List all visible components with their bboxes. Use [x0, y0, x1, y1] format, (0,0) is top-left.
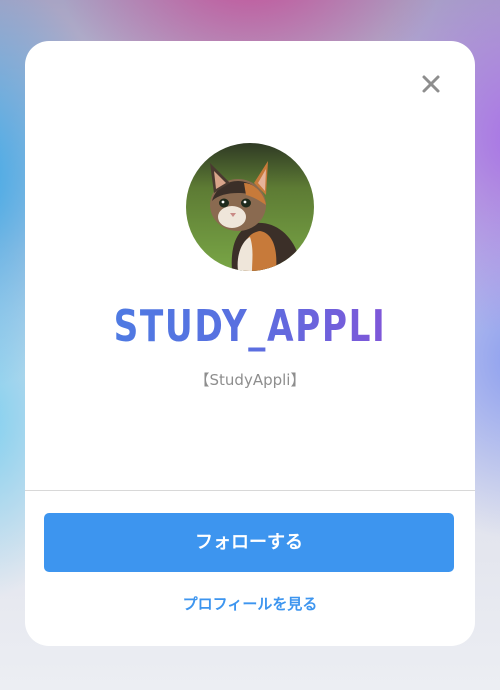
- close-icon: [422, 75, 440, 93]
- kitten-photo: [186, 143, 314, 271]
- divider: [25, 490, 475, 491]
- close-button[interactable]: [418, 71, 444, 97]
- avatar: [186, 143, 314, 271]
- username: STUDY_APPLI: [75, 299, 426, 355]
- view-profile-link[interactable]: プロフィールを見る: [25, 592, 475, 616]
- profile-dialog: STUDY_APPLI 【StudyAppli】 フォローする プロフィールを見…: [25, 41, 475, 646]
- follow-button[interactable]: フォローする: [44, 513, 454, 572]
- display-name: 【StudyAppli】: [194, 371, 306, 389]
